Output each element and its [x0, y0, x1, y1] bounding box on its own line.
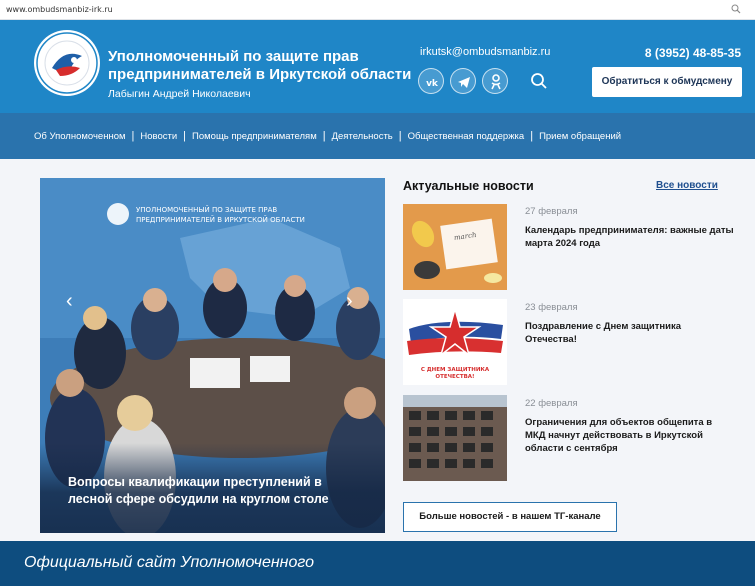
emblem-icon [36, 32, 98, 94]
nav-item-help[interactable]: Помощь предпринимателям [192, 131, 317, 142]
url-text[interactable]: www.ombudsmanbiz-irk.ru [6, 5, 113, 14]
calendar-photo: march [403, 204, 507, 290]
news-thumbnail[interactable]: march [403, 204, 507, 290]
nav-separator: | [398, 130, 402, 142]
site-header: Уполномоченный по защите прав предприним… [0, 20, 755, 113]
building-photo [403, 395, 507, 481]
news-thumbnail[interactable] [403, 395, 507, 481]
all-news-link[interactable]: Все новости [656, 180, 718, 191]
header-title-block: Уполномоченный по защите прав предприним… [108, 48, 411, 102]
news-heading: Актуальные новости [403, 179, 534, 193]
nav-item-news[interactable]: Новости [140, 131, 177, 142]
browser-address-bar[interactable]: www.ombudsmanbiz-irk.ru [0, 0, 755, 20]
news-date: 27 февраля [525, 206, 578, 217]
site-title-line-1: Уполномоченный по защите прав [108, 48, 359, 65]
banner-text-line-2: ПРЕДПРИНИМАТЕЛЕЙ В ИРКУТСКОЙ ОБЛАСТИ [136, 215, 305, 224]
slider-prev-icon[interactable]: ‹ [66, 290, 73, 313]
search-icon[interactable] [528, 70, 550, 92]
nav-item-activity[interactable]: Деятельность [332, 131, 393, 142]
zoom-icon[interactable] [731, 4, 741, 14]
vk-icon[interactable]: vk [418, 68, 444, 94]
nav-separator: | [183, 130, 187, 142]
telegram-news-button[interactable]: Больше новостей - в нашем ТГ-канале [403, 502, 617, 532]
news-date: 23 февраля [525, 302, 578, 313]
contact-email[interactable]: irkutsk@ombudsmanbiz.ru [420, 46, 550, 58]
news-title[interactable]: Поздравление с Днем защитника Отечества! [525, 320, 735, 346]
ombudsman-name: Лабыгин Андрей Николаевич [108, 88, 251, 100]
news-thumbnail[interactable]: С ДНЕМ ЗАЩИТНИКА ОТЕЧЕСТВА! [403, 299, 507, 385]
contact-ombudsman-button[interactable]: Обратиться к обмудсмену [592, 67, 742, 97]
main-nav: Об Уполномоченном | Новости | Помощь пре… [0, 113, 755, 159]
contact-phone[interactable]: 8 (3952) 48-85-35 [645, 46, 741, 60]
thumb-text-line-1: С ДНЕМ ЗАЩИТНИКА [421, 367, 490, 373]
hero-slider[interactable]: УПОЛНОМОЧЕННЫЙ ПО ЗАЩИТЕ ПРАВ ПРЕДПРИНИМ… [40, 178, 385, 533]
slider-next-icon[interactable]: › [346, 290, 353, 313]
banner-text-line-1: УПОЛНОМОЧЕННЫЙ ПО ЗАЩИТЕ ПРАВ [136, 205, 277, 214]
ombudsman-logo[interactable] [34, 30, 100, 96]
nav-separator: | [131, 130, 135, 142]
svg-text:vk: vk [426, 79, 439, 89]
thumb-text-line-2: ОТЕЧЕСТВА! [435, 374, 474, 380]
nav-separator: | [530, 130, 534, 142]
star-flag-image: С ДНЕМ ЗАЩИТНИКА ОТЕЧЕСТВА! [403, 299, 507, 385]
hero-slide-title[interactable]: Вопросы квалификации преступлений в лесн… [68, 474, 368, 508]
caption-bar: Официальный сайт Уполномоченного [0, 541, 755, 586]
nav-item-appeals[interactable]: Прием обращений [539, 131, 621, 142]
news-title[interactable]: Ограничения для объектов общепита в МКД … [525, 416, 735, 455]
odnoklassniki-icon[interactable] [482, 68, 508, 94]
caption-text: Официальный сайт Уполномоченного [24, 554, 314, 571]
news-date: 22 февраля [525, 398, 578, 409]
nav-item-public-support[interactable]: Общественная поддержка [408, 131, 525, 142]
nav-item-about[interactable]: Об Уполномоченном [34, 131, 126, 142]
news-title[interactable]: Календарь предпринимателя: важные даты м… [525, 224, 735, 250]
site-title-line-2: предпринимателей в Иркутской области [108, 66, 412, 83]
telegram-icon[interactable] [450, 68, 476, 94]
nav-separator: | [322, 130, 326, 142]
